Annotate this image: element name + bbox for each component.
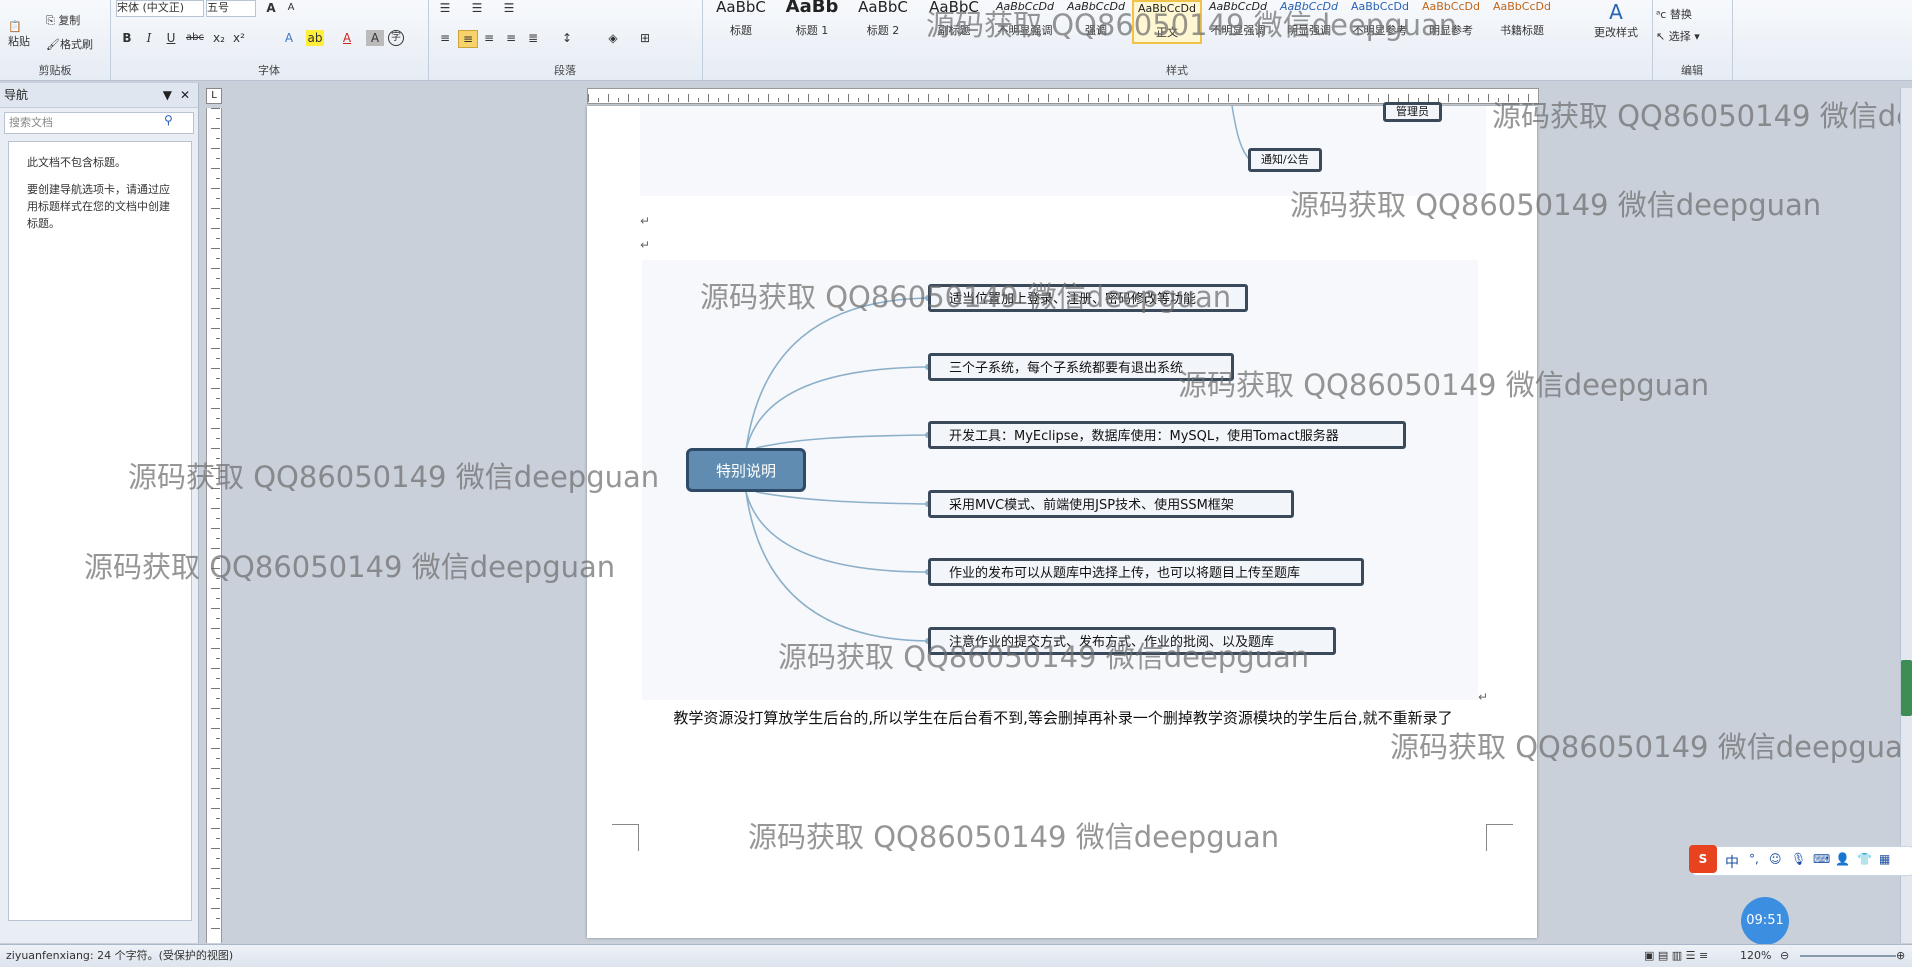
toolbox-icon[interactable]: ▦ (1879, 852, 1890, 866)
margin-corner-mark (612, 824, 639, 851)
emoji-icon[interactable]: ☺ (1769, 852, 1782, 866)
mindmap-root-node: 特别说明 (686, 448, 806, 492)
zoom-slider[interactable] (1800, 955, 1896, 957)
document-paragraph[interactable]: 教学资源没打算放学生后台的,所以学生在后台看不到,等会删掉再补录一个删掉教学资源… (640, 706, 1486, 730)
scrollbar-thumb[interactable] (1901, 660, 1912, 716)
mindmap-branch-node: 开发工具：MyEclipse，数据库使用：MySQL，使用Tomact服务器 (928, 421, 1406, 449)
zoom-out-icon[interactable]: ⊖ (1780, 945, 1789, 967)
user-icon[interactable]: 👤 (1835, 852, 1850, 866)
mindmap-branch-node: 注意作业的提交方式、发布方式、作业的批阅、以及题库 (928, 627, 1336, 655)
mindmap-branch-node: 作业的发布可以从题库中选择上传，也可以将题目上传至题库 (928, 558, 1364, 586)
margin-corner-mark (1486, 824, 1513, 851)
mindmap-branch-node: 三个子系统，每个子系统都要有退出系统 (928, 353, 1234, 381)
status-bar: ziyuanfenxiang: 24 个字符。(受保护的视图) ▣ ▤ ▥ ☰ … (0, 944, 1912, 967)
ime-mode[interactable]: 中 (1725, 852, 1739, 872)
view-buttons[interactable]: ▣ ▤ ▥ ☰ ≡ (1644, 945, 1708, 967)
vertical-scrollbar[interactable] (1900, 88, 1912, 943)
mindmap-branch-node: 适当位置加上登录、注册、密码修改等功能 (928, 284, 1248, 312)
mindmap-branch-node: 采用MVC模式、前端使用JSP技术、使用SSM框架 (928, 490, 1294, 518)
keyboard-icon[interactable]: ⌨ (1813, 852, 1830, 866)
ime-toolbar[interactable]: S 中 °, ☺ 🎙 ⌨ 👤 👕 ▦ (1689, 845, 1912, 876)
mindmap-branches (745, 295, 931, 644)
status-text: ziyuanfenxiang: 24 个字符。(受保护的视图) (6, 949, 234, 962)
skin-icon[interactable]: 👕 (1857, 852, 1872, 866)
sogou-icon[interactable]: S (1689, 845, 1717, 873)
zoom-level[interactable]: 120% (1740, 945, 1771, 967)
punctuation-icon[interactable]: °, (1749, 852, 1759, 866)
microphone-icon[interactable]: 🎙 (1791, 852, 1806, 866)
clock-widget: 09:51 (1741, 897, 1789, 945)
zoom-in-icon[interactable]: ⊕ (1896, 945, 1905, 967)
paragraph-mark: ↵ (1478, 690, 1489, 704)
